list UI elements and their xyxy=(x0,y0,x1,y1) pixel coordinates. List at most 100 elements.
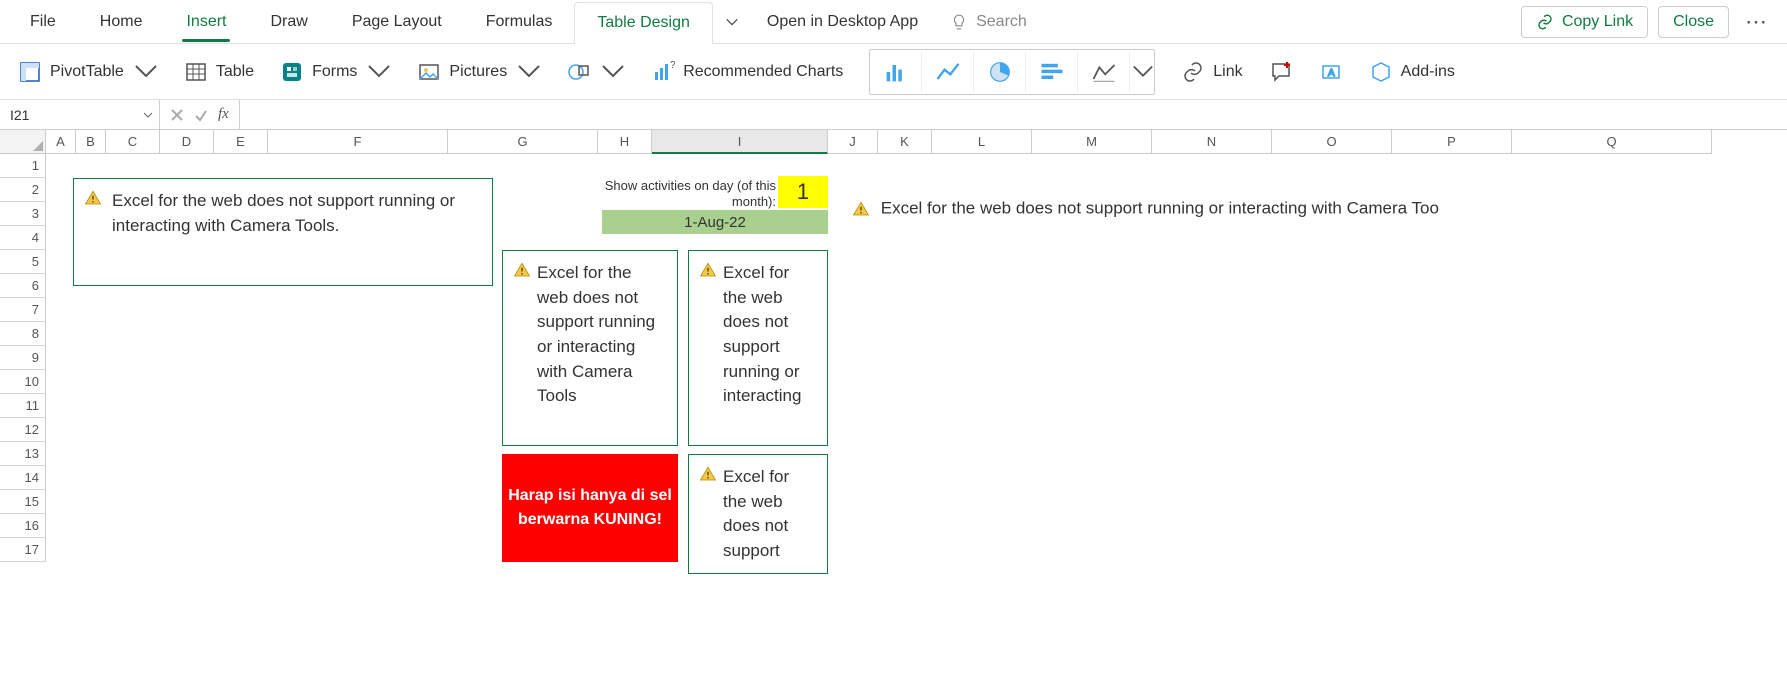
line-chart-icon xyxy=(934,58,962,86)
row-header-1[interactable]: 1 xyxy=(0,154,46,178)
column-header-G[interactable]: G xyxy=(448,130,598,154)
row-header-14[interactable]: 14 xyxy=(0,466,46,490)
table-button[interactable]: Table xyxy=(184,60,254,84)
pictures-button[interactable]: Pictures xyxy=(417,60,541,84)
row-header-2[interactable]: 2 xyxy=(0,178,46,202)
chevron-down-icon[interactable] xyxy=(725,15,739,29)
tab-insert[interactable]: Insert xyxy=(164,0,248,44)
camera-warning-box-1: Excel for the web does not support runni… xyxy=(73,178,493,286)
ribbon-toolbar: PivotTable Table Forms Pictures ? Recomm… xyxy=(0,44,1787,100)
row-header-4[interactable]: 4 xyxy=(0,226,46,250)
warning-icon xyxy=(699,465,717,483)
row-header-13[interactable]: 13 xyxy=(0,442,46,466)
column-header-N[interactable]: N xyxy=(1152,130,1272,154)
fx-icon[interactable]: fx xyxy=(218,100,240,129)
comment-icon xyxy=(1269,60,1293,84)
column-header-D[interactable]: D xyxy=(160,130,214,154)
column-header-B[interactable]: B xyxy=(76,130,106,154)
column-header-K[interactable]: K xyxy=(878,130,932,154)
comment-button[interactable] xyxy=(1269,60,1293,84)
tab-draw[interactable]: Draw xyxy=(248,0,329,44)
forms-button[interactable]: Forms xyxy=(280,60,391,84)
day-input-cell[interactable]: 1 xyxy=(778,176,828,208)
row-header-8[interactable]: 8 xyxy=(0,322,46,346)
column-header-P[interactable]: P xyxy=(1392,130,1512,154)
row-header-3[interactable]: 3 xyxy=(0,202,46,226)
column-header-L[interactable]: L xyxy=(932,130,1032,154)
pictures-icon xyxy=(417,60,441,84)
select-all-corner[interactable] xyxy=(0,130,46,154)
column-chart-button[interactable] xyxy=(870,52,922,92)
row-header-6[interactable]: 6 xyxy=(0,274,46,298)
column-header-J[interactable]: J xyxy=(828,130,878,154)
recommended-charts-label: Recommended Charts xyxy=(683,63,843,81)
name-box[interactable]: I21 xyxy=(0,100,160,129)
row-header-11[interactable]: 11 xyxy=(0,394,46,418)
chevron-down-icon xyxy=(601,60,625,84)
column-header-M[interactable]: M xyxy=(1032,130,1152,154)
more-button[interactable]: ⋯ xyxy=(1739,9,1773,35)
name-box-value: I21 xyxy=(10,107,29,123)
link-button[interactable]: Link xyxy=(1181,60,1242,84)
area-chart-button[interactable] xyxy=(1078,52,1130,92)
confirm-icon[interactable] xyxy=(194,108,208,122)
table-label: Table xyxy=(216,63,254,81)
row-header-10[interactable]: 10 xyxy=(0,370,46,394)
search-placeholder: Search xyxy=(976,13,1027,31)
tab-file[interactable]: File xyxy=(8,0,78,44)
camera-warning-text: Excel for the web does not support runni… xyxy=(723,263,801,405)
row-header-16[interactable]: 16 xyxy=(0,514,46,538)
shapes-button[interactable] xyxy=(567,60,625,84)
red-instruction-box: Harap isi hanya di sel berwarna KUNING! xyxy=(502,454,678,562)
column-header-E[interactable]: E xyxy=(214,130,268,154)
close-button[interactable]: Close xyxy=(1658,6,1729,38)
tab-formulas[interactable]: Formulas xyxy=(464,0,575,44)
column-header-Q[interactable]: Q xyxy=(1512,130,1712,154)
tab-table-design[interactable]: Table Design xyxy=(574,2,713,44)
recommended-charts-button[interactable]: ? Recommended Charts xyxy=(651,60,843,84)
row-header-7[interactable]: 7 xyxy=(0,298,46,322)
open-in-desktop-button[interactable]: Open in Desktop App xyxy=(751,13,934,31)
red-instruction-text: Harap isi hanya di sel berwarna KUNING! xyxy=(502,484,678,532)
warning-icon xyxy=(513,261,531,279)
search-box[interactable]: Search xyxy=(934,13,1521,31)
recommended-charts-icon: ? xyxy=(651,60,675,84)
cells-area[interactable]: Excel for the web does not support runni… xyxy=(46,154,1787,697)
column-header-C[interactable]: C xyxy=(106,130,160,154)
chevron-down-icon xyxy=(1132,58,1154,86)
row-header-9[interactable]: 9 xyxy=(0,346,46,370)
row-header-12[interactable]: 12 xyxy=(0,418,46,442)
copy-link-button[interactable]: Copy Link xyxy=(1521,6,1648,38)
tab-home[interactable]: Home xyxy=(78,0,165,44)
bar-chart-button[interactable] xyxy=(1026,52,1078,92)
lightbulb-icon xyxy=(950,13,968,31)
row-header-17[interactable]: 17 xyxy=(0,538,46,562)
formula-input[interactable] xyxy=(240,100,1787,129)
column-header-F[interactable]: F xyxy=(268,130,448,154)
warning-icon xyxy=(84,189,102,207)
date-cell: 1-Aug-22 xyxy=(602,210,828,234)
cancel-icon[interactable] xyxy=(170,108,184,122)
copy-link-label: Copy Link xyxy=(1562,13,1633,31)
column-header-O[interactable]: O xyxy=(1272,130,1392,154)
row-header-5[interactable]: 5 xyxy=(0,250,46,274)
textbox-button[interactable]: A xyxy=(1319,60,1343,84)
tab-page-layout[interactable]: Page Layout xyxy=(330,0,464,44)
row-header-15[interactable]: 15 xyxy=(0,490,46,514)
camera-warning-text: Excel for the web does not support xyxy=(723,467,789,560)
camera-warning-box-3: Excel for the web does not support runni… xyxy=(688,250,828,446)
pivottable-button[interactable]: PivotTable xyxy=(18,60,158,84)
pie-chart-button[interactable] xyxy=(974,52,1026,92)
svg-text:A: A xyxy=(1328,68,1335,79)
column-header-A[interactable]: A xyxy=(46,130,76,154)
addins-button[interactable]: Add-ins xyxy=(1369,60,1455,84)
column-header-H[interactable]: H xyxy=(598,130,652,154)
chart-gallery-more-button[interactable] xyxy=(1130,52,1154,92)
link-label: Link xyxy=(1213,63,1242,81)
spreadsheet-grid: ABCDEFGHIJKLMNOPQ 1234567891011121314151… xyxy=(0,130,1787,697)
warning-icon xyxy=(699,261,717,279)
addins-label: Add-ins xyxy=(1401,63,1455,81)
day-label: Show activities on day (of this month): xyxy=(601,178,776,209)
column-header-I[interactable]: I xyxy=(652,130,828,154)
line-chart-button[interactable] xyxy=(922,52,974,92)
